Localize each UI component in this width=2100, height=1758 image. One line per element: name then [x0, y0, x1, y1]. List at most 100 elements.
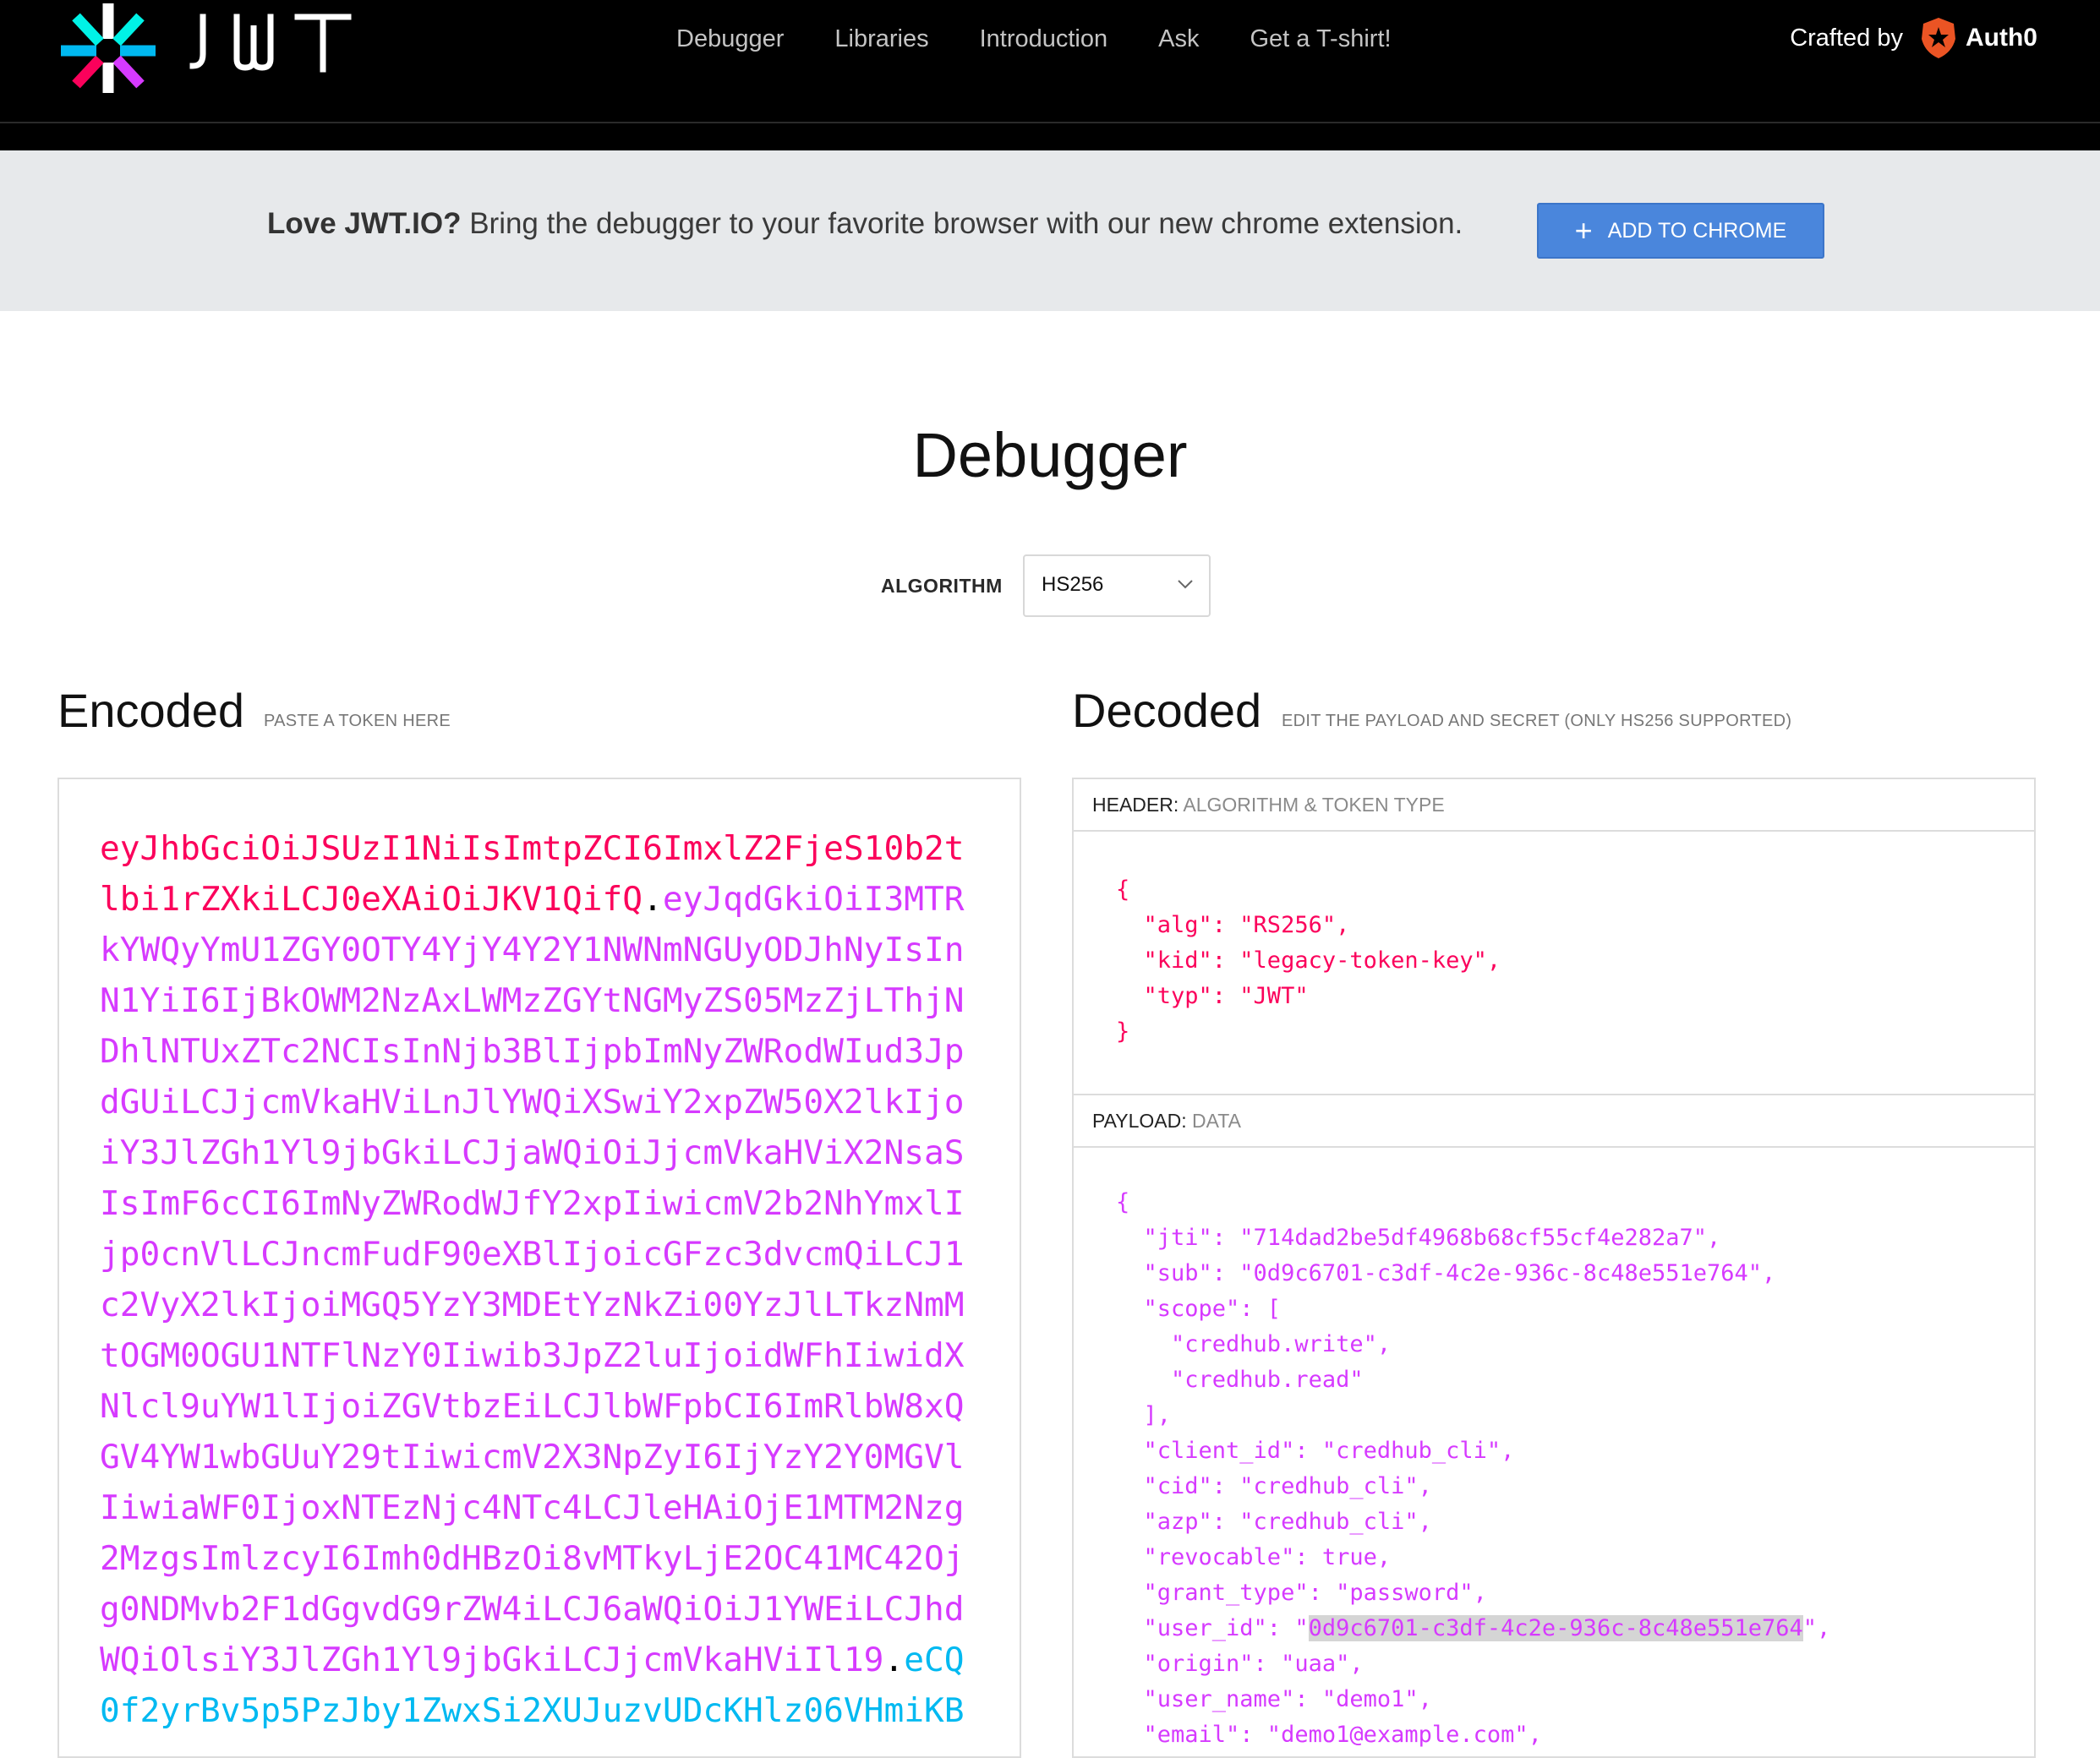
- add-to-chrome-button[interactable]: + ADD TO CHROME: [1537, 203, 1824, 259]
- json-line: "sub": "0d9c6701-c3df-4c2e-936c-8c48e551…: [1116, 1260, 1776, 1286]
- token-segment: IsImF6cCI6ImNyZWRodWJfY2xpIiwicmV2b2NhYm…: [100, 1184, 965, 1223]
- token-segment: iY3JlZGh1Yl9jbGkiLCJjaWQiOiJjcmVkaHViX2N…: [100, 1133, 965, 1172]
- token-segment: c2VyX2lkIjoiMGQ5YzY3MDEtYzNkZi00YzJlLTkz…: [100, 1286, 965, 1324]
- token-line: Nlcl9uYW1lIjoiZGVtbzEiLCJlbWFpbCI6ImRlbW…: [100, 1381, 996, 1432]
- json-line: "credhub.read": [1116, 1367, 1364, 1393]
- highlighted-selection: 0d9c6701-c3df-4c2e-936c-8c48e551e764: [1308, 1615, 1803, 1641]
- token-line: DhlNTUxZTc2NCIsInNjb3BlIjpbImNyZWRodWIud…: [100, 1026, 996, 1077]
- json-line: "user_name": "demo1",: [1116, 1686, 1432, 1712]
- json-line: "kid": "legacy-token-key",: [1116, 947, 1501, 974]
- token-segment: dGUiLCJjcmVkaHViLnJlYWQiXSwiY2xpZW50X2lk…: [100, 1083, 965, 1122]
- token-segment: Nlcl9uYW1lIjoiZGVtbzEiLCJlbWFpbCI6ImRlbW…: [100, 1387, 965, 1426]
- nav-debugger-link[interactable]: Debugger: [676, 20, 784, 57]
- token-line: iY3JlZGh1Yl9jbGkiLCJjaWQiOiJjcmVkaHViX2N…: [100, 1127, 996, 1178]
- encoded-token-editor[interactable]: eyJhbGciOiJSUzI1NiIsImtpZCI6ImxlZ2FjeS10…: [57, 778, 1021, 1758]
- token-dot: .: [883, 1641, 905, 1679]
- json-line: "credhub.write",: [1116, 1331, 1392, 1357]
- payload-label: PAYLOAD:: [1092, 1110, 1187, 1132]
- crafted-by-label: Crafted by: [1790, 24, 1903, 52]
- token-line: 0f2yrBv5p5PzJby1ZwxSi2XUJuzvUDcKHlz06VHm…: [100, 1685, 996, 1736]
- chrome-extension-banner: Love JWT.IO? Bring the debugger to your …: [0, 150, 2100, 311]
- payload-section-title: PAYLOAD: DATA: [1074, 1094, 2034, 1148]
- json-line: "alg": "RS256",: [1116, 912, 1350, 938]
- token-line: 2MzgsImlzcyI6Imh0dHBzOi8vMTkyLjE2OC41MC4…: [100, 1533, 996, 1584]
- token-segment: 0f2yrBv5p5PzJby1ZwxSi2XUJuzvUDcKHlz06VHm…: [100, 1691, 965, 1730]
- decoded-title: Decoded: [1072, 684, 1262, 737]
- json-line: "revocable": true,: [1116, 1544, 1392, 1570]
- token-segment: DhlNTUxZTc2NCIsInNjb3BlIjpbImNyZWRodWIud…: [100, 1032, 965, 1071]
- jwt-wordmark[interactable]: [188, 5, 365, 79]
- encoded-subtitle: PASTE A TOKEN HERE: [264, 712, 451, 730]
- token-segment: IiwiaWF0IjoxNTEzNjc4NTc4LCJleHAiOjE1MTM2…: [100, 1488, 965, 1527]
- auth0-shield-icon: [1922, 18, 1955, 58]
- nav-tshirt-link[interactable]: Get a T-shirt!: [1250, 20, 1391, 57]
- token-segment: WQiOlsiY3JlZGh1Yl9jbGkiLCJjcmVkaHViIl19: [100, 1641, 884, 1679]
- jwt-logo-icon[interactable]: [56, 0, 161, 93]
- token-segment: 2MzgsImlzcyI6Imh0dHBzOi8vMTkyLjE2OC41MC4…: [100, 1539, 965, 1578]
- token-segment: g0NDMvb2F1dGgvdG9rZW4iLCJ6aWQiOiJ1YWEiLC…: [100, 1590, 965, 1629]
- page-title: Debugger: [912, 420, 1188, 490]
- nav-divider: [0, 123, 2100, 150]
- token-line: jp0cnVlLCJncmFudF90eXBlIjoicGFzc3dvcmQiL…: [100, 1229, 996, 1280]
- token-segment: eyJhbGciOiJSUzI1NiIsImtpZCI6ImxlZ2FjeS10…: [100, 829, 965, 868]
- header-json-editor[interactable]: { "alg": "RS256", "kid": "legacy-token-k…: [1116, 872, 1501, 1050]
- token-line: IiwiaWF0IjoxNTEzNjc4NTc4LCJleHAiOjE1MTM2…: [100, 1482, 996, 1533]
- json-line: ],: [1116, 1402, 1172, 1428]
- token-line: tOGM0OGU1NTFlNzY0Iiwib3JpZ2luIjoidWFhIiw…: [100, 1330, 996, 1381]
- token-dot: .: [643, 880, 663, 919]
- token-segment: lbi1rZXkiLCJ0eXAiOiJKV1QifQ: [100, 880, 643, 919]
- token-segment: N1YiI6IjBkOWM2NzAxLWMzZGYtNGMyZS05MzZjLT…: [100, 981, 965, 1020]
- algorithm-select[interactable]: HS256: [1023, 554, 1211, 617]
- token-segment: kYWQyYmU1ZGY0OTY4YjY4Y2Y1NWNmNGUyODJhNyI…: [100, 931, 965, 969]
- token-segment: jp0cnVlLCJncmFudF90eXBlIjoicGFzc3dvcmQiL…: [100, 1235, 965, 1274]
- header-label: HEADER:: [1092, 794, 1179, 816]
- json-line: "scope": [: [1116, 1296, 1282, 1322]
- token-line: IsImF6cCI6ImNyZWRodWJfY2xpIiwicmV2b2NhYm…: [100, 1178, 996, 1229]
- top-nav: Debugger Libraries Introduction Ask Get …: [0, 0, 2100, 123]
- algorithm-value: HS256: [1042, 573, 1104, 596]
- encoded-token-text[interactable]: eyJhbGciOiJSUzI1NiIsImtpZCI6ImxlZ2FjeS10…: [100, 823, 996, 1736]
- json-line: "user_id": "0d9c6701-c3df-4c2e-936c-8c48…: [1116, 1615, 1831, 1641]
- token-line: kYWQyYmU1ZGY0OTY4YjY4Y2Y1NWNmNGUyODJhNyI…: [100, 925, 996, 975]
- nav-libraries-link[interactable]: Libraries: [834, 20, 928, 57]
- token-line: c2VyX2lkIjoiMGQ5YzY3MDEtYzNkZi00YzJlLTkz…: [100, 1280, 996, 1330]
- json-line: "jti": "714dad2be5df4968b68cf55cf4e282a7…: [1116, 1225, 1721, 1251]
- crafted-by-auth0[interactable]: Crafted by Auth0: [1790, 17, 2037, 59]
- json-line: {: [1116, 1189, 1130, 1215]
- header-hint: ALGORITHM & TOKEN TYPE: [1183, 794, 1445, 816]
- token-line: WQiOlsiY3JlZGh1Yl9jbGkiLCJjcmVkaHViIl19.…: [100, 1635, 996, 1685]
- token-line: GV4YW1wbGUuY29tIiwicmV2X3NpZyI6IjYzY2Y0M…: [100, 1432, 996, 1482]
- decoded-subtitle: EDIT THE PAYLOAD AND SECRET (ONLY HS256 …: [1282, 712, 1792, 730]
- token-line: eyJhbGciOiJSUzI1NiIsImtpZCI6ImxlZ2FjeS10…: [100, 823, 996, 874]
- json-line: "origin": "uaa",: [1116, 1651, 1364, 1677]
- auth0-brand: Auth0: [1966, 24, 2037, 52]
- nav-ask-link[interactable]: Ask: [1158, 20, 1199, 57]
- token-segment: tOGM0OGU1NTFlNzY0Iiwib3JpZ2luIjoidWFhIiw…: [100, 1336, 965, 1375]
- banner-lead: Love JWT.IO?: [267, 207, 462, 240]
- banner-message: Love JWT.IO? Bring the debugger to your …: [267, 203, 1463, 245]
- json-line: {: [1116, 876, 1130, 903]
- payload-hint: DATA: [1192, 1110, 1241, 1132]
- nav-links: Debugger Libraries Introduction Ask Get …: [676, 20, 1442, 57]
- header-section-title: HEADER: ALGORITHM & TOKEN TYPE: [1074, 779, 2034, 832]
- payload-json-editor[interactable]: { "jti": "714dad2be5df4968b68cf55cf4e282…: [1116, 1185, 1830, 1753]
- algorithm-label: ALGORITHM: [881, 575, 1003, 597]
- json-line: "azp": "credhub_cli",: [1116, 1509, 1432, 1535]
- add-to-chrome-label: ADD TO CHROME: [1607, 218, 1787, 243]
- token-segment: eyJqdGkiOiI3MTR: [662, 880, 965, 919]
- token-line: g0NDMvb2F1dGgvdG9rZW4iLCJ6aWQiOiJ1YWEiLC…: [100, 1584, 996, 1635]
- json-line: "grant_type": "password",: [1116, 1580, 1487, 1606]
- decoded-panel: HEADER: ALGORITHM & TOKEN TYPE { "alg": …: [1072, 778, 2036, 1758]
- nav-introduction-link[interactable]: Introduction: [980, 20, 1108, 57]
- token-line: dGUiLCJjcmVkaHViLnJlYWQiXSwiY2xpZW50X2lk…: [100, 1077, 996, 1127]
- token-segment: eCQ: [904, 1641, 965, 1679]
- json-line: }: [1116, 1018, 1130, 1045]
- token-segment: GV4YW1wbGUuY29tIiwicmV2X3NpZyI6IjYzY2Y0M…: [100, 1438, 965, 1477]
- chevron-down-icon: [1178, 580, 1193, 589]
- banner-body: Bring the debugger to your favorite brow…: [461, 207, 1463, 240]
- token-line: lbi1rZXkiLCJ0eXAiOiJKV1QifQ.eyJqdGkiOiI3…: [100, 874, 996, 925]
- encoded-title: Encoded: [57, 684, 245, 737]
- plus-icon: +: [1574, 213, 1593, 248]
- json-line: "typ": "JWT": [1116, 983, 1309, 1009]
- json-line: "cid": "credhub_cli",: [1116, 1473, 1432, 1499]
